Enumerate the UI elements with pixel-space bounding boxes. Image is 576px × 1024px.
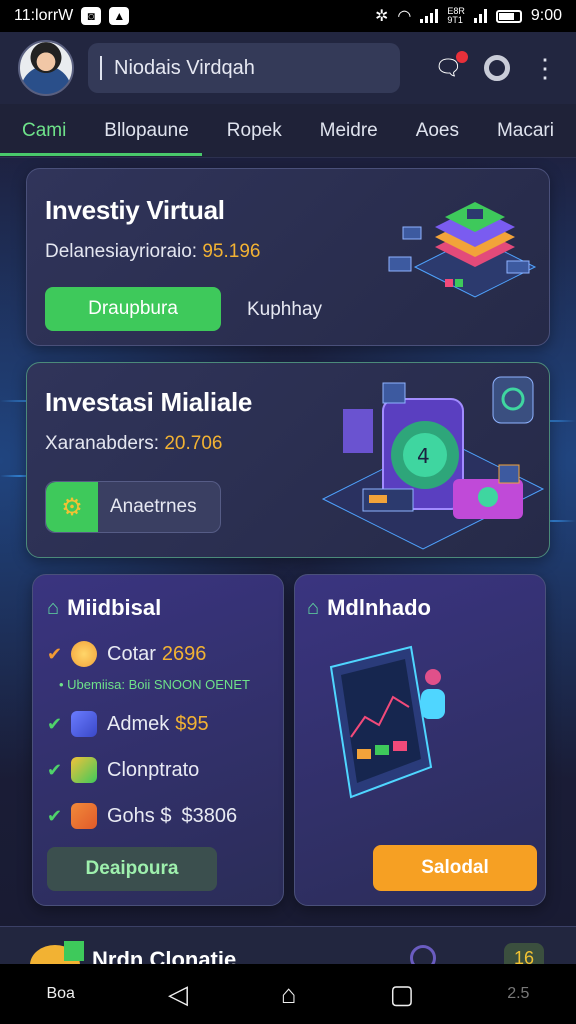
check-icon: ✔ — [47, 759, 63, 780]
item-label: Gohs $ — [107, 804, 172, 827]
peek-badge: 16 — [504, 943, 544, 966]
tab-bar: Cami Bllopaune Ropek Meidre Aoes Macari — [0, 104, 576, 158]
status-bar: 11:lorrW ◙ ▲ ✲ ◠ E8R 9T1 9:00 — [0, 0, 576, 32]
check-icon: ✔ — [47, 713, 63, 734]
item-value: $3806 — [181, 804, 238, 827]
avatar[interactable] — [18, 40, 74, 96]
text-cursor — [100, 56, 102, 80]
badge-icon — [410, 945, 436, 966]
card-title: Investasi Mialiale — [45, 387, 253, 417]
item-value: $95 — [175, 712, 209, 735]
status-time-right: 9:00 — [530, 7, 562, 24]
meta-label: Xaranabders: — [45, 433, 160, 454]
card-miidbisal[interactable]: ⌂ Miidbisal ✔ Cotar 2696 • Ubemiisa: Boi… — [32, 574, 284, 906]
system-nav-bar: Boa ◁ ⌂ ▢ 2.5 — [0, 964, 576, 1024]
list-item: ✔ Cotar 2696 — [47, 641, 206, 667]
item-value: 2696 — [161, 642, 207, 665]
home-icon[interactable]: ⌂ — [281, 979, 297, 1010]
list-item: ✔ Clonptrato — [47, 757, 199, 783]
meta-value: 95.196 — [202, 241, 261, 262]
signal-icon-2 — [473, 9, 487, 23]
secondary-link[interactable]: Kuphhay — [247, 299, 322, 321]
flag-icon — [64, 941, 84, 961]
svg-text:4: 4 — [417, 444, 430, 468]
card-title: Investiy Virtual — [45, 195, 225, 225]
coin-icon — [71, 641, 97, 667]
card-mdlnhado[interactable]: ⌂ Mdlnhado Salodal — [294, 574, 546, 906]
meta-label: Delanesiayrioraio: — [45, 241, 198, 262]
isometric-phone-illustration: 4 — [321, 376, 545, 550]
cube-icon — [71, 711, 97, 737]
investment-card-virtual[interactable]: Investiy Virtual Delanesiayrioraio: 95.1… — [26, 168, 550, 346]
list-item: ✔ Gohs $ $3806 — [47, 803, 237, 829]
card-title: Miidbisal — [67, 595, 162, 620]
card-meta: Delanesiayrioraio: 95.196 — [45, 241, 260, 263]
next-card-peek[interactable]: Nrdn Clonatie 16 — [0, 926, 576, 966]
meta-value: 20.706 — [164, 433, 223, 454]
notification-badge — [456, 51, 468, 63]
chart-icon: ⌂ — [307, 596, 320, 619]
gear-icon: ⚙ — [46, 482, 98, 532]
chart-icon: ⌂ — [47, 596, 60, 619]
signal-icon — [420, 9, 439, 23]
back-icon[interactable]: ◁ — [168, 979, 188, 1010]
list-item: ✔ Admek $95 — [47, 711, 209, 737]
search-input[interactable]: Niodais Virdqah — [88, 43, 400, 93]
gallery-app-icon: ▲ — [109, 7, 130, 25]
button-label: Anaetrnes — [110, 496, 197, 517]
battery-icon — [495, 9, 522, 23]
notification-icon[interactable]: 🗨 — [434, 51, 468, 81]
card-action-button[interactable]: Deaipoura — [47, 847, 217, 891]
tab-ropek[interactable]: Ropek — [227, 110, 282, 152]
nav-left-label[interactable]: Boa — [46, 985, 74, 1003]
search-text: Niodais Virdqah — [114, 56, 255, 79]
wifi-icon: ◠ — [397, 8, 412, 25]
more-icon[interactable]: ⋮ — [532, 55, 558, 81]
investment-card-mialiale[interactable]: Investasi Mialiale Xaranabders: 20.706 ⚙… — [26, 362, 550, 558]
card-action-button[interactable]: ⚙ Anaetrnes — [45, 481, 221, 533]
tab-aoes[interactable]: Aoes — [416, 110, 459, 152]
package-icon — [71, 803, 97, 829]
tab-meidre[interactable]: Meidre — [320, 110, 378, 152]
item-label: Clonptrato — [107, 758, 200, 781]
card-title: Mdlnhado — [327, 595, 431, 620]
app-header: Niodais Virdqah 🗨 ⋮ — [0, 32, 576, 104]
photo-app-icon: ◙ — [81, 7, 102, 25]
settings-icon[interactable] — [484, 55, 510, 81]
status-time-left: 11:lorrW — [14, 7, 74, 24]
check-icon: ✔ — [47, 805, 63, 826]
nav-right-label: 2.5 — [507, 985, 530, 1002]
item-label: Admek — [107, 712, 170, 735]
active-tab-indicator — [0, 153, 202, 156]
card-meta: Xaranabders: 20.706 — [45, 433, 222, 455]
tab-cami[interactable]: Cami — [22, 110, 66, 152]
analytics-device-illustration — [329, 645, 445, 799]
tab-macari[interactable]: Macari — [497, 110, 554, 152]
recents-icon[interactable]: ▢ — [390, 979, 415, 1010]
item-note: • Ubemiisa: Boii SNOON OENET — [59, 677, 250, 692]
tab-bllopaune[interactable]: Bllopaune — [104, 110, 189, 152]
primary-button[interactable]: Draupbura — [45, 287, 221, 331]
check-icon: ✔ — [47, 643, 63, 664]
box-icon — [71, 757, 97, 783]
card-action-button[interactable]: Salodal — [373, 845, 537, 891]
item-label: Cotar — [107, 642, 156, 665]
network-label: E8R 9T1 — [447, 6, 465, 25]
isometric-server-illustration — [388, 202, 537, 298]
mute-icon: ✲ — [374, 8, 389, 25]
